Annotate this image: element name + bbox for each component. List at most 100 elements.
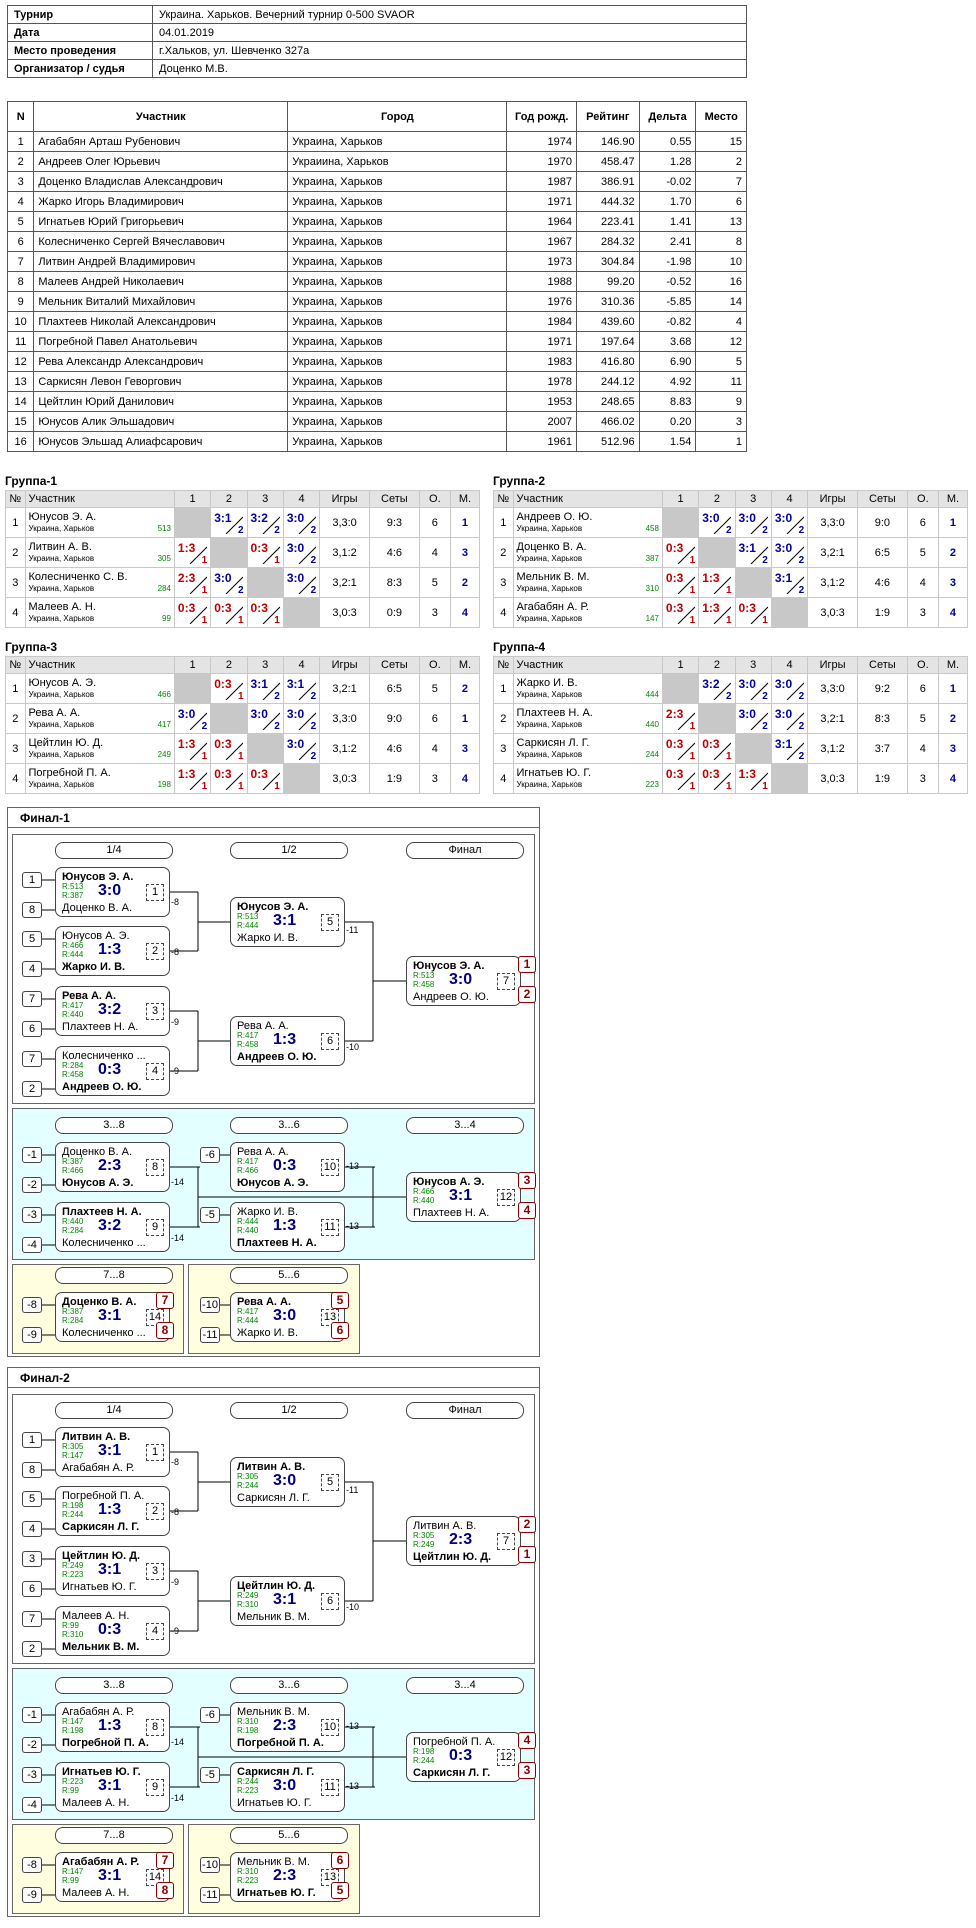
group-header: Участник (24, 490, 175, 508)
match-box: Плахтеев Н. А. R:440 R:284 3:2 9 Колесниченко… (55, 1202, 170, 1252)
place-box: 4 (518, 1732, 536, 1749)
group-place: 4 (937, 597, 969, 628)
match-player-2: Мельник В. М. (237, 1611, 310, 1623)
group-header: Участник (512, 490, 663, 508)
match-rating-2: R:244 (62, 1510, 84, 1519)
match-rating-1: R:417 (237, 1031, 259, 1040)
round-label: 1/4 (55, 842, 173, 859)
match-player-2: Жарко И. В. (237, 1327, 299, 1339)
group-score-cell: 3:1 2 (770, 567, 809, 598)
participant-cell: 223.41 (575, 211, 640, 232)
group-row: 1 Андреев О. Ю. Украина, Харьков 458 3:0 2 3:0… (493, 507, 969, 538)
match-number: 2 (146, 943, 164, 960)
seed-box: 2 (22, 1641, 42, 1657)
match-box: Игнатьев Ю. Г. R:223 R:99 3:1 9 Малеев А. Н. (55, 1762, 170, 1812)
match-score: 1:3 (273, 1031, 297, 1048)
match-player-2: Агабабян А. Р. (62, 1462, 135, 1474)
match-rating-1: R:417 (237, 1157, 259, 1166)
group-score-cell: 3:2 2 (698, 673, 736, 704)
group-sets: 9:0 (368, 703, 420, 734)
group-grid: № Участник 1 2 3 4 Игры Сеты О. М. 1 Юнусов А. Э. Ук… (5, 656, 481, 794)
place-box: 6 (331, 1852, 349, 1869)
info-row: Дата 04.01.2019 (7, 23, 747, 42)
group-score-cell: 3:0 2 (770, 673, 809, 704)
group-score-cell: 3:0 2 (282, 507, 321, 538)
match-number: 4 (146, 1063, 164, 1080)
group-header: № (5, 656, 26, 674)
group-header: 3 (734, 490, 772, 508)
group-row: 4 Погребной П. А. Украина, Харьков 198 1:3 1 0… (5, 763, 481, 794)
match-score: 3:0 (273, 1307, 297, 1324)
group-header: О. (418, 490, 451, 508)
participant-cell: 13 (695, 211, 747, 232)
group-games: 3,0:3 (807, 597, 858, 628)
group-score-cell: 0:3 1 (661, 597, 700, 628)
match-number: 9 (146, 1219, 164, 1236)
match-points: 2 (762, 555, 768, 566)
round-label: 3...4 (406, 1117, 524, 1134)
group-place: 4 (449, 763, 481, 794)
match-score: 0:3 (449, 1747, 473, 1764)
participant-cell: Украина, Харьков (287, 311, 508, 332)
match-player-2: Саркисян Л. Г. (62, 1521, 140, 1533)
group-games: 3,3:0 (807, 673, 858, 704)
match-rating-1: R:244 (237, 1777, 259, 1786)
match-points: 1 (689, 615, 696, 626)
group-row: 2 Плахтеев Н. А. Украина, Харьков 440 2:3 1 3:… (493, 703, 969, 734)
participants-header: Участник (33, 101, 289, 132)
group-row: 2 Доценко В. А. Украина, Харьков 387 0:3 1 3:1… (493, 537, 969, 568)
participant-cell: 458.47 (575, 151, 640, 172)
participant-cell: 15 (695, 131, 747, 152)
match-points: 2 (798, 525, 805, 536)
group-header: О. (906, 656, 939, 674)
match-points: 1 (237, 781, 244, 792)
group-games: 3,0:3 (319, 597, 370, 628)
group-row: 3 Мельник В. М. Украина, Харьков 310 0:3 1 1:3… (493, 567, 969, 598)
group-player: Саркисян Л. Г. Украина, Харьков 244 (512, 733, 663, 764)
match-rating-2: R:223 (237, 1876, 259, 1885)
group-score-cell (246, 733, 284, 764)
group-score-cell: 1:3 1 (173, 733, 212, 764)
participant-cell: Малеев Андрей Николаевич (33, 271, 289, 292)
participant-row: 11 Погребной Павел Анатольевич Украина, Ха… (6, 331, 747, 352)
group-games: 3,2:1 (319, 567, 370, 598)
match-points: 2 (310, 691, 317, 702)
match-box: Мельник В. М. R:310 R:223 2:3 13 Игнатьев Ю. … (230, 1852, 345, 1902)
match-points: 2 (310, 721, 317, 732)
match-box: Рева А. А. R:417 R:466 0:3 10 Юнусов А. Э. (230, 1142, 345, 1192)
group-score-cell: 3:0 2 (770, 507, 809, 538)
group-sets: 4:6 (856, 567, 908, 598)
group-header: О. (906, 490, 939, 508)
round-label: 5...6 (230, 1267, 348, 1284)
group-sets: 3:7 (856, 733, 908, 764)
info-key: Турнир (7, 5, 153, 24)
participant-cell: 5 (695, 351, 747, 372)
participant-cell: 6 (6, 231, 35, 252)
group-sets: 4:6 (368, 733, 420, 764)
group-sets: 9:0 (856, 507, 908, 538)
match-rating-2: R:387 (62, 891, 84, 900)
participant-cell: Юнусов Алик Эльшадович (33, 411, 289, 432)
seed-box: 8 (22, 902, 42, 918)
player-name: Малеев А. Н. (28, 601, 96, 613)
participant-cell: Игнатьев Юрий Григорьевич (33, 211, 289, 232)
info-key: Организатор / судья (7, 59, 153, 78)
group-score-cell (246, 567, 284, 598)
participant-cell: Рева Александр Александрович (33, 351, 289, 372)
match-score: 3:1 (98, 1777, 122, 1794)
match-rating-2: R:440 (62, 1010, 84, 1019)
group-score-cell: 3:0 2 (246, 703, 284, 734)
group-score-cell: 0:3 1 (661, 733, 700, 764)
player-rating: 284 (157, 584, 171, 593)
match-rating-1: R:198 (62, 1501, 84, 1510)
group-player: Колесниченко С. В. Украина, Харьков 284 (24, 567, 175, 598)
loser-destination: -8 (171, 1507, 180, 1517)
match-rating-2: R:284 (62, 1316, 84, 1325)
match-player-2: Юнусов А. Э. (62, 1177, 134, 1189)
info-value: Доценко М.В. (152, 59, 747, 78)
participant-cell: 1970 (506, 151, 577, 172)
match-box: Юнусов Э. А. R:513 R:458 3:0 7 Андреев О. Ю. (406, 956, 521, 1006)
match-box: Доценко В. А. R:387 R:284 3:1 14 Колесниченко… (55, 1292, 170, 1342)
group-title: Группа-2 (493, 474, 546, 488)
group-sets: 1:9 (368, 763, 420, 794)
